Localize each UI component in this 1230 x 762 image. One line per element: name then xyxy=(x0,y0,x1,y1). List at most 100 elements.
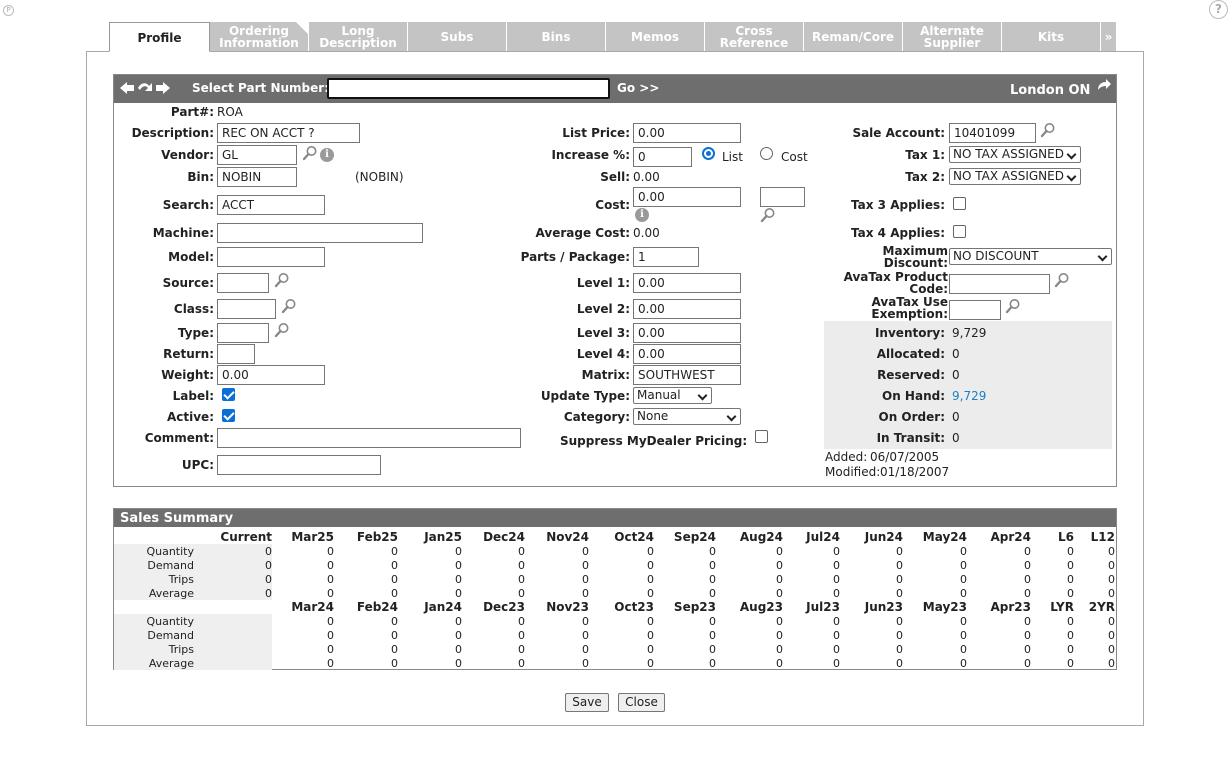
sales-column-header: Dec23 xyxy=(483,600,525,614)
source-input[interactable] xyxy=(217,273,269,293)
tab-cross-reference[interactable]: Cross Reference xyxy=(705,22,804,52)
sales-row-label: Demand xyxy=(147,629,194,642)
sales-column-header: Current xyxy=(220,530,272,544)
tax4-checkbox[interactable] xyxy=(953,225,966,238)
cost-search-icon[interactable] xyxy=(760,207,776,223)
save-button[interactable]: Save xyxy=(565,693,609,712)
class-input[interactable] xyxy=(217,299,276,319)
part-number-input[interactable] xyxy=(327,78,610,99)
source-label: Source: xyxy=(162,276,214,290)
sales-cell: 0 xyxy=(455,615,462,628)
tab-ordering-information[interactable]: Ordering Information xyxy=(210,22,309,52)
description-input[interactable]: REC ON ACCT ? xyxy=(217,123,360,143)
on-hand-link[interactable]: 9,729 xyxy=(952,389,986,403)
search-input[interactable]: ACCT xyxy=(217,195,325,215)
max-discount-select[interactable]: NO DISCOUNT xyxy=(949,248,1112,265)
parts-package-input[interactable]: 1 xyxy=(633,247,699,267)
upc-input[interactable] xyxy=(217,455,381,475)
update-type-select[interactable]: Manual xyxy=(633,387,712,404)
class-search-icon[interactable] xyxy=(281,298,297,314)
category-select[interactable]: None xyxy=(633,408,741,425)
sale-account-search-icon[interactable] xyxy=(1040,122,1056,138)
avatax-use-search-icon[interactable] xyxy=(1005,298,1021,314)
sales-cell: 0 xyxy=(582,545,589,558)
vendor-info-icon[interactable]: i xyxy=(320,148,334,162)
tax2-select[interactable]: NO TAX ASSIGNED xyxy=(949,168,1081,185)
comment-input[interactable] xyxy=(217,428,521,448)
sales-cell: 0 xyxy=(518,643,525,656)
upc-label: UPC: xyxy=(181,458,214,472)
tab-profile[interactable]: Profile xyxy=(109,22,210,52)
go-link[interactable]: Go >> xyxy=(617,81,659,95)
inventory-value: 9,729 xyxy=(952,326,987,340)
sales-cell: 0 xyxy=(518,573,525,586)
model-input[interactable] xyxy=(217,247,325,267)
sales-cell: 0 xyxy=(709,559,716,572)
sales-cell: 0 xyxy=(647,559,654,572)
level3-input[interactable]: 0.00 xyxy=(633,323,741,343)
vendor-search-icon[interactable] xyxy=(302,145,318,161)
avatax-use-input[interactable] xyxy=(949,300,1001,320)
sales-cell: 0 xyxy=(709,643,716,656)
matrix-input[interactable]: SOUTHWEST xyxy=(633,365,741,385)
close-button[interactable]: Close xyxy=(618,693,665,712)
nav-arrows-icon[interactable] xyxy=(119,81,171,95)
tax3-label: Tax 3 Applies: xyxy=(851,198,945,212)
allocated-value: 0 xyxy=(952,347,960,361)
sales-row-label: Trips xyxy=(168,643,194,656)
type-input[interactable] xyxy=(217,323,269,343)
sales-cell: 0 xyxy=(582,643,589,656)
help-icon[interactable]: ? xyxy=(1209,0,1228,19)
level1-input[interactable]: 0.00 xyxy=(633,273,741,293)
tab-alternate-supplier[interactable]: Alternate Supplier xyxy=(903,22,1002,52)
level4-input[interactable]: 0.00 xyxy=(633,344,741,364)
sales-cell: 0 xyxy=(518,545,525,558)
machine-input[interactable] xyxy=(217,223,423,243)
tab-subs[interactable]: Subs xyxy=(408,22,507,52)
sales-row-label: Trips xyxy=(168,573,194,586)
tab-long-description[interactable]: Long Description xyxy=(309,22,408,52)
weight-input[interactable]: 0.00 xyxy=(217,365,325,385)
tab-bins[interactable]: Bins xyxy=(507,22,606,52)
tab-reman-core[interactable]: Reman/Core xyxy=(804,22,903,52)
type-search-icon[interactable] xyxy=(274,322,290,338)
corner-left-icon[interactable]: P xyxy=(3,5,14,16)
source-search-icon[interactable] xyxy=(274,272,290,288)
list-radio[interactable] xyxy=(702,147,715,160)
tab-more[interactable]: » xyxy=(1101,22,1117,52)
sales-cell: 0 xyxy=(391,643,398,656)
sales-cell: 0 xyxy=(455,657,462,670)
bin-input[interactable]: NOBIN xyxy=(217,167,297,187)
sales-column-header: Sep23 xyxy=(673,600,716,614)
sales-cell: 0 xyxy=(455,545,462,558)
sales-row-label: Quantity xyxy=(146,545,194,558)
model-label: Model: xyxy=(168,250,214,264)
return-input[interactable] xyxy=(217,344,255,364)
suppress-pricing-checkbox[interactable] xyxy=(755,430,768,443)
avatax-code-search-icon[interactable] xyxy=(1054,272,1070,288)
level2-input[interactable]: 0.00 xyxy=(633,299,741,319)
sales-column-header: Dec24 xyxy=(483,530,525,544)
list-price-input[interactable]: 0.00 xyxy=(633,123,741,143)
sales-cell: 0 xyxy=(833,643,840,656)
cost-radio[interactable] xyxy=(760,147,773,160)
tax3-checkbox[interactable] xyxy=(953,197,966,210)
tab-label: Kits xyxy=(1037,30,1065,44)
increase-input[interactable]: 0 xyxy=(633,147,692,167)
in-transit-value: 0 xyxy=(952,431,960,445)
tab-memos[interactable]: Memos xyxy=(606,22,705,52)
tab-kits[interactable]: Kits xyxy=(1002,22,1101,52)
cost-extra-input[interactable] xyxy=(760,187,805,207)
cost-info-icon[interactable]: i xyxy=(635,208,649,222)
tax1-select[interactable]: NO TAX ASSIGNED xyxy=(949,146,1081,163)
tab-label: Ordering Information xyxy=(219,24,299,50)
return-arrow-icon[interactable] xyxy=(1096,79,1112,93)
sales-column-header: Jul24 xyxy=(806,530,840,544)
vendor-input[interactable]: GL xyxy=(217,145,297,165)
active-checkbox[interactable] xyxy=(222,409,235,422)
cost-input[interactable]: 0.00 xyxy=(633,187,741,207)
level4-label: Level 4: xyxy=(576,347,630,361)
label-checkbox[interactable] xyxy=(222,388,235,401)
sale-account-input[interactable]: 10401099 xyxy=(949,123,1036,143)
avatax-code-input[interactable] xyxy=(949,274,1050,294)
